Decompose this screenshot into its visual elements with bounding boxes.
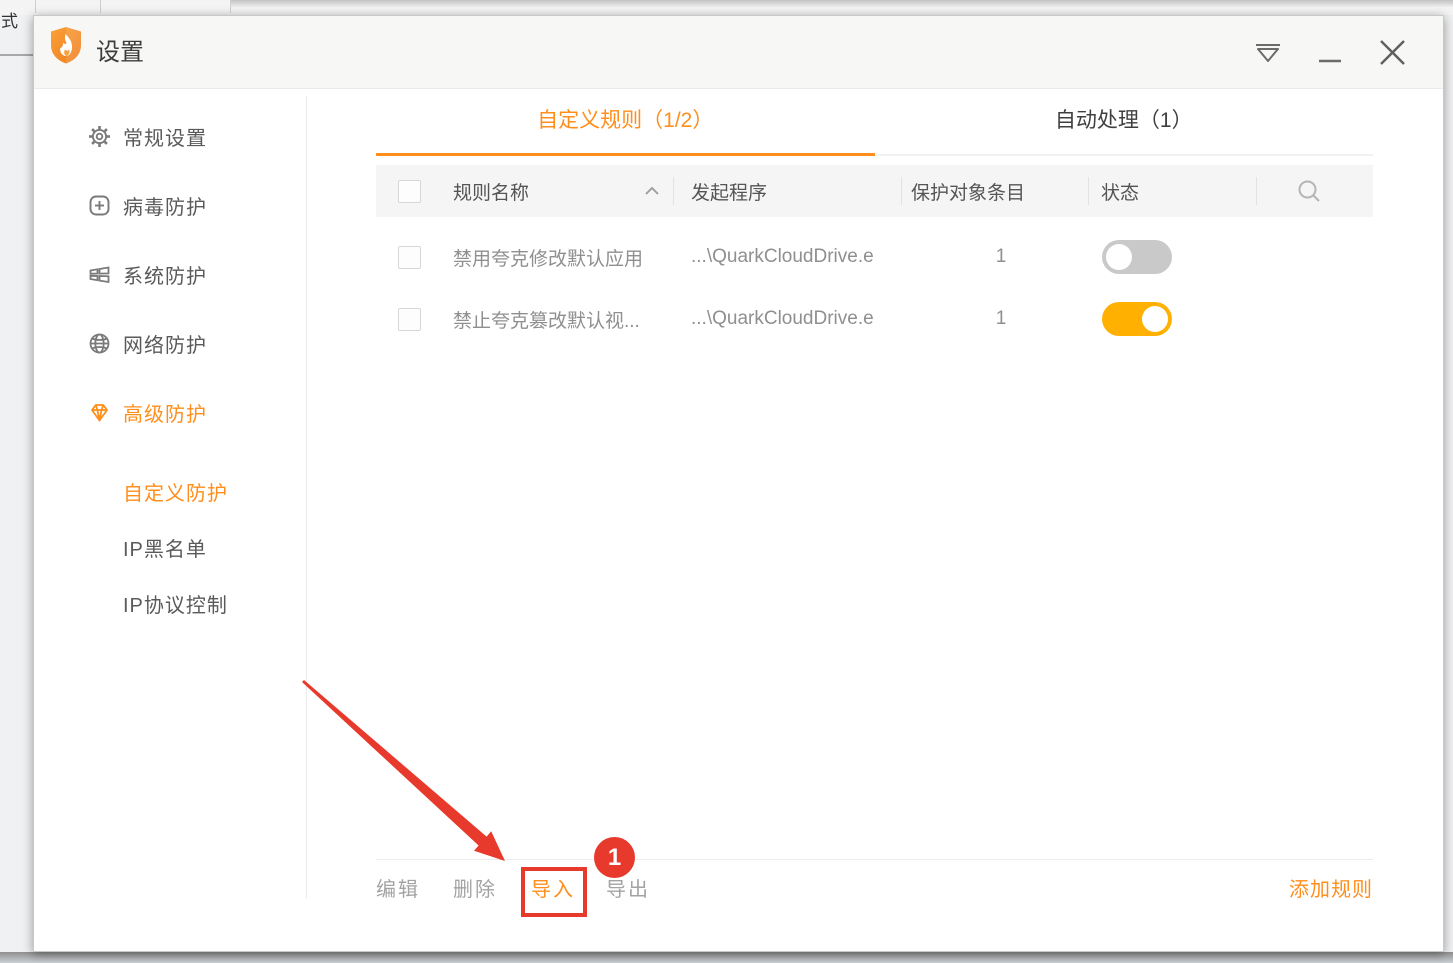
- rule-toggle[interactable]: [1102, 240, 1172, 274]
- close-icon[interactable]: [1373, 33, 1411, 73]
- plus-square-icon: [88, 194, 111, 217]
- rule-program: ...\QuarkCloudDrive.e: [691, 246, 874, 267]
- rule-name: 禁止夸克篡改默认视...: [453, 310, 640, 332]
- column-header-program[interactable]: 发起程序: [691, 178, 767, 205]
- export-button[interactable]: 导出: [606, 868, 650, 912]
- rule-program: ...\QuarkCloudDrive.e: [691, 308, 874, 329]
- toggle-knob: [1142, 306, 1168, 332]
- column-header-entries[interactable]: 保护对象条目: [911, 178, 1025, 205]
- sidebar-divider: [306, 96, 307, 899]
- sidebar: 常规设置 病毒防护 系统防护 网络防护 高级防护 自定义防护 IP黑名单 IP协…: [34, 89, 306, 951]
- menu-icon[interactable]: [1249, 33, 1287, 73]
- search-icon[interactable]: [1296, 165, 1322, 217]
- background-divider: [100, 0, 101, 13]
- table-row[interactable]: 禁用夸克修改默认应用 ...\QuarkCloudDrive.e 1: [376, 226, 1373, 288]
- background-bottom-strip: [0, 952, 1453, 963]
- background-text-fragment: 式: [1, 12, 18, 31]
- rule-entry-count: 1: [995, 308, 1007, 329]
- sidebar-subitem-label: IP协议控制: [123, 594, 228, 617]
- sort-asc-icon[interactable]: [644, 165, 660, 217]
- column-divider: [673, 177, 674, 205]
- sidebar-subitem-label: IP黑名单: [123, 538, 207, 561]
- tab-auto-process[interactable]: 自动处理（1）: [875, 89, 1374, 154]
- sidebar-item-network-protection[interactable]: 网络防护: [34, 309, 306, 378]
- sidebar-subitem-ip-protocol-control[interactable]: IP协议控制: [34, 575, 306, 631]
- row-checkbox[interactable]: [398, 307, 421, 331]
- huorong-shield-logo-icon: [49, 26, 83, 64]
- toggle-knob: [1106, 244, 1132, 270]
- window-title: 设置: [96, 39, 144, 66]
- background-scrollbar: [230, 0, 1453, 7]
- add-rule-button[interactable]: 添加规则: [1289, 868, 1373, 912]
- sidebar-item-label: 网络防护: [123, 335, 207, 357]
- background-divider: [35, 0, 36, 13]
- settings-window: 设置 常规设置 病毒防护 系统防护 网络防护 高级防护 自定义防护 IP黑名单 …: [33, 15, 1444, 952]
- minimize-icon[interactable]: [1311, 33, 1349, 73]
- column-divider: [901, 177, 902, 205]
- sidebar-item-label: 常规设置: [123, 128, 207, 150]
- sidebar-item-label: 高级防护: [123, 404, 207, 426]
- sidebar-subitem-ip-blacklist[interactable]: IP黑名单: [34, 519, 306, 575]
- diamond-icon: [88, 401, 111, 424]
- sidebar-item-system-protection[interactable]: 系统防护: [34, 240, 306, 309]
- background-divider: [230, 0, 231, 13]
- background-window-strip: [0, 0, 1453, 15]
- delete-button[interactable]: 删除: [453, 868, 497, 912]
- gear-icon: [88, 125, 111, 148]
- background-line-fragment: [0, 54, 33, 56]
- sidebar-item-virus-protection[interactable]: 病毒防护: [34, 171, 306, 240]
- rule-entry-count: 1: [995, 246, 1007, 267]
- sidebar-item-label: 系统防护: [123, 266, 207, 288]
- globe-icon: [88, 332, 111, 355]
- edit-button[interactable]: 编辑: [376, 868, 420, 912]
- column-header-status[interactable]: 状态: [1101, 178, 1139, 205]
- import-button[interactable]: 导入: [531, 868, 575, 912]
- table-row[interactable]: 禁止夸克篡改默认视... ...\QuarkCloudDrive.e 1: [376, 288, 1373, 350]
- select-all-checkbox[interactable]: [398, 179, 421, 203]
- tab-bar: 自定义规则（1/2） 自动处理（1）: [376, 89, 1373, 156]
- rule-name: 禁用夸克修改默认应用: [453, 248, 644, 270]
- row-checkbox[interactable]: [398, 245, 421, 269]
- sidebar-subitem-custom-protection[interactable]: 自定义防护: [34, 463, 306, 519]
- column-divider: [1256, 177, 1257, 205]
- sidebar-item-label: 病毒防护: [123, 197, 207, 219]
- sidebar-item-advanced-protection[interactable]: 高级防护: [34, 378, 306, 447]
- footer-divider: [376, 859, 1373, 860]
- window-panes-icon: [88, 263, 111, 286]
- titlebar[interactable]: 设置: [34, 16, 1443, 89]
- rule-toggle[interactable]: [1102, 302, 1172, 336]
- column-divider: [1088, 177, 1089, 205]
- sidebar-subitem-label: 自定义防护: [123, 482, 228, 505]
- main-content: 自定义规则（1/2） 自动处理（1） 规则名称 发起程序 保护对象条目 状态 禁…: [376, 89, 1373, 953]
- table-header: 规则名称 发起程序 保护对象条目 状态: [376, 165, 1373, 217]
- tab-custom-rules[interactable]: 自定义规则（1/2）: [376, 89, 875, 156]
- column-header-rule-name[interactable]: 规则名称: [453, 178, 529, 205]
- sidebar-item-general-settings[interactable]: 常规设置: [34, 102, 306, 171]
